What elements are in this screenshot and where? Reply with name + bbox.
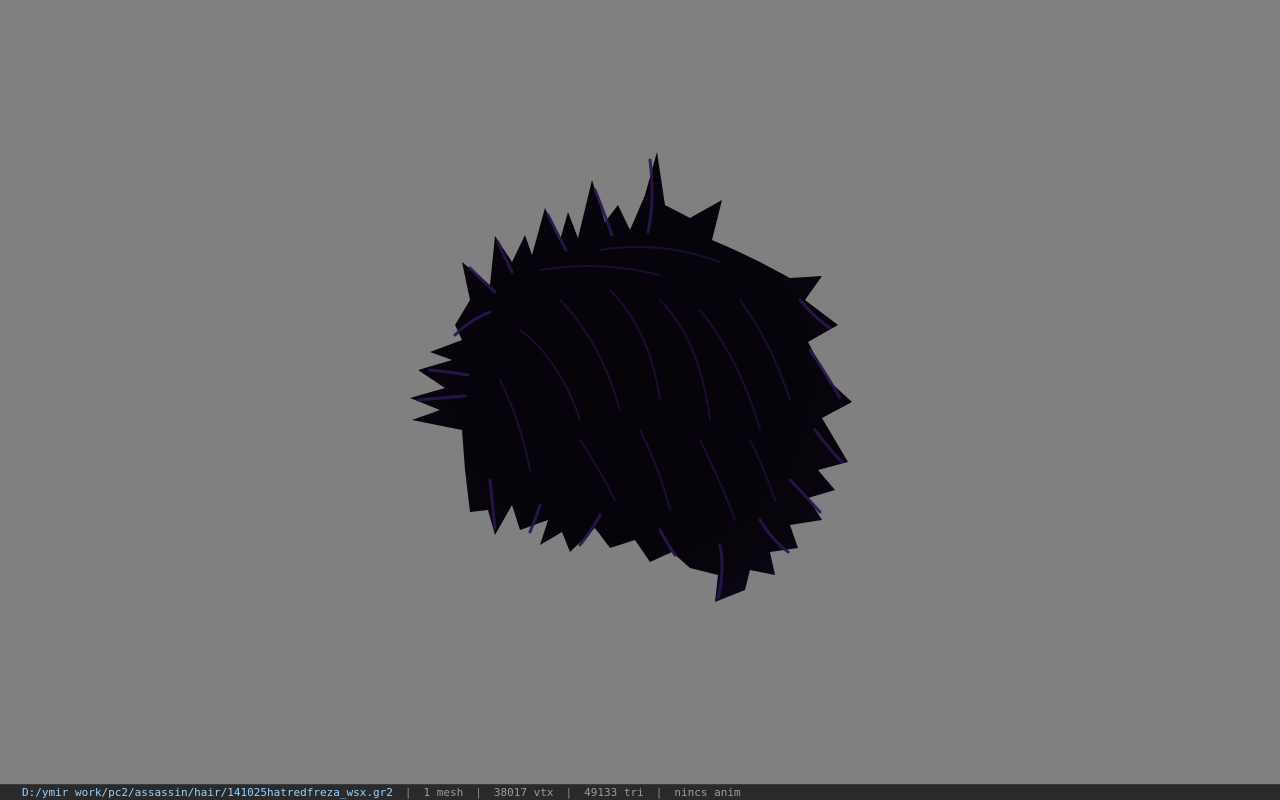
separator: | bbox=[475, 786, 482, 799]
hair-mesh bbox=[410, 152, 852, 602]
triangle-count: 49133 tri bbox=[584, 786, 644, 799]
separator: | bbox=[655, 786, 663, 799]
mesh-count: 1 mesh bbox=[423, 786, 464, 799]
separator: | bbox=[565, 786, 573, 799]
separator: | bbox=[404, 786, 412, 799]
anim-status: nincs anim bbox=[674, 786, 741, 799]
vertex-count: 38017 vtx bbox=[493, 786, 554, 799]
hair-model-render bbox=[410, 152, 852, 602]
file-path: D:/ymir work/pc2/assassin/hair/141025hat… bbox=[22, 786, 393, 799]
3d-viewport[interactable] bbox=[0, 0, 1280, 784]
status-bar: D:/ymir work/pc2/assassin/hair/141025hat… bbox=[0, 784, 1280, 800]
